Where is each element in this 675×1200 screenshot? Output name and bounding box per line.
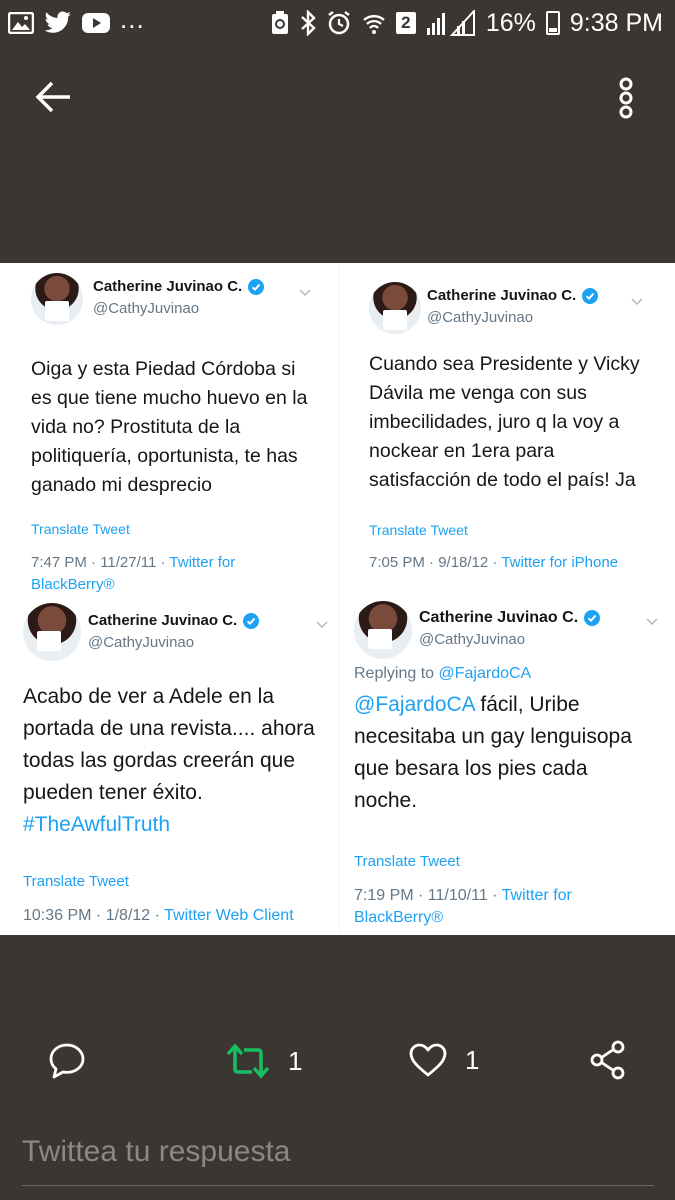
author-name-text: Catherine Juvinao C. — [419, 609, 579, 626]
battery-icon — [545, 11, 560, 35]
embedded-tweet-4: Catherine Juvinao C. @CathyJuvinao Reply… — [354, 601, 664, 926]
tweet-image[interactable]: Catherine Juvinao C. @CathyJuvinao Oiga … — [0, 263, 675, 935]
tweet-timestamp: 7:19 PM · 11/10/11 · Twitter for BlackBe… — [354, 885, 594, 929]
replying-to-label: Replying to — [354, 665, 439, 682]
avatar — [354, 601, 412, 659]
like-button[interactable]: 1 — [409, 1042, 479, 1078]
author-handle: @CathyJuvinao — [427, 309, 534, 326]
tweet-header: Catherine Juvinao C. @CathyJuvinao — [354, 601, 664, 661]
tweet-source: Twitter for iPhone — [501, 554, 619, 571]
avatar — [369, 282, 421, 334]
arrow-left-icon — [35, 81, 70, 113]
avatar — [23, 603, 81, 661]
like-count: 1 — [465, 1044, 480, 1075]
timestamp-text: 7:19 PM · 11/10/11 · — [354, 887, 502, 904]
share-button[interactable] — [589, 1040, 627, 1080]
timestamp-text: 7:05 PM · 9/18/12 · — [369, 554, 502, 571]
recycle-notification-icon — [270, 10, 290, 36]
tweet-text-body: Acabo de ver a Adele en la portada de un… — [23, 685, 315, 804]
retweet-button[interactable]: 1 — [226, 1042, 302, 1080]
verified-badge-icon — [243, 612, 260, 629]
author-handle: @CathyJuvinao — [88, 634, 195, 651]
tweet-header: Catherine Juvinao C. @CathyJuvinao — [23, 603, 333, 663]
wifi-icon — [362, 11, 386, 35]
twitter-bird-icon — [44, 11, 72, 35]
tweet-timestamp: 7:47 PM · 11/27/11 · Twitter for BlackBe… — [31, 552, 281, 596]
battery-percent: 16% — [485, 8, 536, 37]
chevron-down-icon — [299, 289, 311, 297]
mention-link: @FajardoCA — [354, 693, 475, 716]
author-name: Catherine Juvinao C. — [419, 609, 601, 627]
author-name: Catherine Juvinao C. — [93, 278, 265, 295]
reply-input[interactable] — [22, 1135, 654, 1169]
chevron-down-icon — [646, 618, 658, 626]
clock-time: 9:38 PM — [569, 8, 663, 37]
verified-badge-icon — [582, 287, 599, 304]
translate-tweet-link: Translate Tweet — [31, 521, 130, 537]
author-handle: @CathyJuvinao — [419, 631, 526, 648]
chevron-down-icon — [316, 621, 328, 629]
tweet-text: Cuando sea Presidente y Vicky Dávila me … — [369, 353, 640, 491]
reply-composer — [22, 1130, 654, 1186]
tweet-timestamp: 7:05 PM · 9/18/12 · Twitter for iPhone — [369, 552, 659, 574]
translate-tweet-link: Translate Tweet — [369, 522, 468, 538]
tweet-timestamp: 10:36 PM · 1/8/12 · Twitter Web Client — [23, 905, 333, 927]
timestamp-text: 10:36 PM · 1/8/12 · — [23, 907, 165, 924]
bluetooth-icon — [300, 10, 316, 36]
youtube-icon — [82, 13, 110, 33]
tweet-header: Catherine Juvinao C. @CathyJuvinao — [369, 282, 659, 342]
status-bar-right: 2 16% 9:38 PM — [270, 9, 663, 38]
more-notifications-indicator: ... — [120, 3, 145, 34]
speech-bubble-icon — [49, 1043, 85, 1079]
chevron-down-icon — [631, 298, 643, 306]
replying-to-line: Replying to @FajardoCA — [354, 665, 664, 683]
verified-badge-icon — [248, 278, 265, 295]
share-icon — [590, 1040, 625, 1080]
status-bar-left: ... — [8, 4, 145, 35]
alarm-clock-icon — [326, 10, 352, 36]
heart-icon — [409, 1043, 447, 1077]
embedded-tweet-2: Catherine Juvinao C. @CathyJuvinao Cuand… — [369, 282, 659, 571]
replying-to-mention: @FajardoCA — [438, 665, 532, 682]
overflow-menu-button[interactable] — [612, 74, 640, 122]
author-handle: @CathyJuvinao — [93, 300, 200, 317]
tweet-action-bar: 1 1 — [0, 1030, 675, 1096]
author-name-text: Catherine Juvinao C. — [93, 278, 243, 295]
embedded-tweet-1: Catherine Juvinao C. @CathyJuvinao Oiga … — [31, 273, 321, 593]
translate-tweet-link: Translate Tweet — [354, 853, 460, 870]
gallery-icon — [8, 12, 34, 34]
sim-slot-badge: 2 — [395, 12, 416, 34]
tweet-header: Catherine Juvinao C. @CathyJuvinao — [31, 273, 321, 333]
panel-divider — [338, 263, 340, 935]
reply-button[interactable] — [48, 1042, 86, 1080]
signal-strength-icon — [426, 10, 476, 36]
avatar — [31, 273, 83, 325]
retweet-count: 1 — [288, 1045, 303, 1076]
hashtag-link: #TheAwfulTruth — [23, 813, 171, 836]
vertical-dots-icon — [619, 77, 633, 119]
author-name-text: Catherine Juvinao C. — [88, 612, 238, 629]
author-name: Catherine Juvinao C. — [427, 287, 599, 304]
verified-badge-icon — [584, 610, 601, 626]
tweet-source: Twitter Web Client — [164, 907, 294, 924]
tweet-text: Acabo de ver a Adele en la portada de un… — [23, 681, 328, 841]
author-name-text: Catherine Juvinao C. — [427, 287, 577, 304]
timestamp-text: 7:47 PM · 11/27/11 · — [31, 554, 170, 571]
tweet-text: Oiga y esta Piedad Córdoba si es que tie… — [31, 358, 308, 496]
back-button[interactable] — [34, 80, 74, 114]
embedded-tweet-3: Catherine Juvinao C. @CathyJuvinao Acabo… — [23, 603, 333, 924]
translate-tweet-link: Translate Tweet — [23, 873, 129, 890]
tweet-text: @FajardoCA fácil, Uribe necesitaba un ga… — [354, 689, 654, 817]
retweet-icon — [226, 1043, 270, 1079]
status-bar: ... 2 16% 9:38 PM — [0, 0, 675, 46]
author-name: Catherine Juvinao C. — [88, 612, 260, 629]
